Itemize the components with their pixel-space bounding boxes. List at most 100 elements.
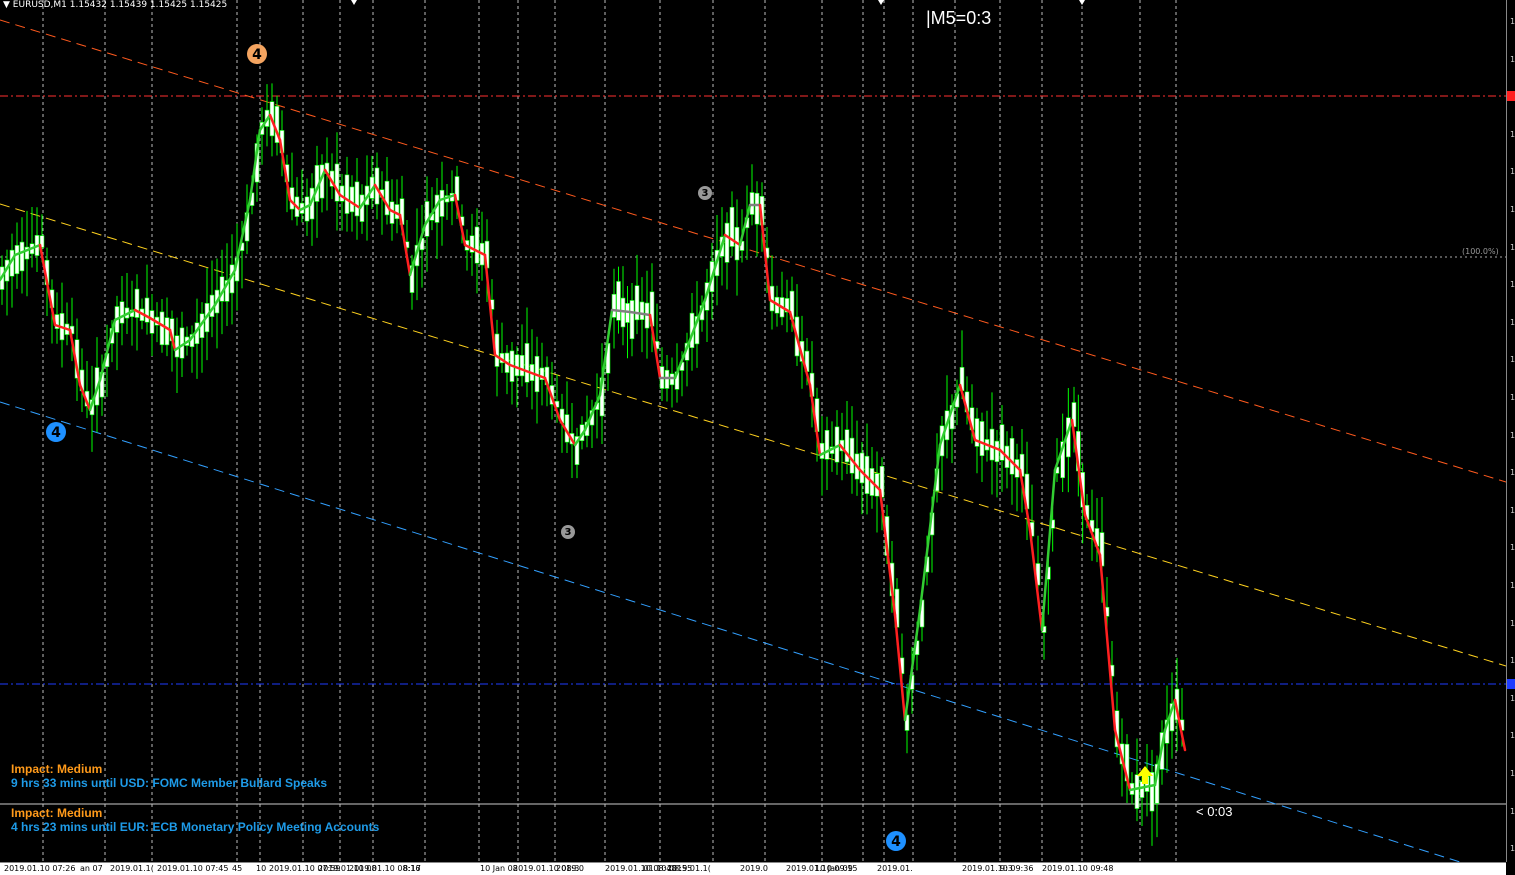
price-tick-label: 1 — [1510, 505, 1515, 515]
time-tick-label: 10 Jan 09 — [815, 864, 853, 873]
time-tick-label: 2019.01.10 09:36 — [962, 864, 1034, 873]
price-tick-label: 1 — [1510, 656, 1515, 666]
candle-body — [384, 180, 390, 216]
wave-label: 4 — [891, 834, 901, 850]
support-price-marker — [1507, 679, 1515, 689]
time-tick-label: an 07 — [80, 864, 103, 873]
candle-body — [669, 373, 675, 386]
time-tick-label: 45 — [232, 864, 243, 873]
price-tick-label: 1 — [1510, 54, 1515, 64]
wave-label: 3 — [565, 527, 572, 538]
price-tick-label: 1 — [1510, 468, 1515, 478]
price-tick-label: 1 — [1510, 581, 1515, 590]
time-tick-label: 9:3 — [1000, 864, 1013, 873]
time-axis[interactable]: 2019.01.10 07:26 an 07 2019.01.1(2019.01.1… — [0, 862, 1506, 875]
candle-body — [439, 189, 445, 217]
price-tick-label: 1 — [1510, 129, 1515, 139]
candle-body — [824, 430, 830, 460]
wave-label: 3 — [702, 188, 709, 199]
price-tick-label: 1 — [1510, 355, 1515, 365]
candle-body — [749, 192, 755, 215]
news-item: Impact: Medium 9 hrs 33 mins until USD: … — [11, 762, 327, 790]
channel-upper-line — [0, 19, 1506, 483]
moving-average-segment — [918, 443, 942, 612]
channel-lower-line — [0, 401, 1461, 862]
chart-menu-arrow-icon[interactable]: ▼ — [3, 0, 10, 10]
triangle-marker-icon — [351, 0, 357, 5]
price-tick-label: 1 — [1510, 205, 1515, 214]
price-tick-label: 1 — [1510, 543, 1515, 553]
time-tick-label: 2019.01.1( — [110, 864, 154, 873]
candle-body — [724, 222, 730, 263]
news-event: 9 hrs 33 mins until USD: FOMC Member Bul… — [11, 776, 328, 790]
candle-body — [134, 288, 140, 318]
resistance-price-marker — [1507, 91, 1515, 101]
symbol-bar: ▼ EURUSD,M1 1.15432 1.15439 1.15425 1.15… — [3, 0, 227, 11]
candle-body — [474, 226, 480, 264]
price-tick-label: 1 — [1510, 430, 1515, 440]
price-tick-label: 1 — [1510, 393, 1515, 402]
triangle-marker-icon — [1079, 0, 1085, 5]
news-impact: Impact: Medium — [11, 806, 103, 820]
candle-body — [979, 421, 985, 456]
timeframe-status: |M5=0:3 — [926, 8, 992, 28]
candle-body — [159, 311, 165, 346]
candle-body — [349, 186, 355, 213]
time-tick-label: 2019.01. — [877, 864, 913, 873]
channel-middle-line — [0, 203, 1506, 667]
price-tick-label: 1 — [1510, 17, 1515, 26]
candle-body — [639, 301, 645, 320]
candle-body — [524, 343, 530, 383]
price-scale[interactable]: 11111111111111111111111 — [1506, 0, 1515, 862]
price-tick-label: 1 — [1510, 618, 1515, 628]
wave-label: 4 — [252, 47, 262, 63]
candle-countdown: < 0:03 — [1196, 804, 1233, 819]
chart-area[interactable]: 4 4 3 3 4 ▼ EURUSD,M1 1.15432 1.15439 1.1542… — [0, 0, 1506, 862]
candle-body — [629, 300, 635, 340]
time-tick-label: 2019.0 — [556, 864, 584, 873]
wave-label: 4 — [51, 425, 61, 441]
candle-body — [1009, 437, 1015, 475]
news-item: Impact: Medium 4 hrs 23 mins until EUR: … — [11, 806, 379, 834]
candle-body — [14, 245, 20, 275]
price-tick-label: 1 — [1510, 317, 1515, 327]
candle-body — [514, 354, 520, 377]
price-tick-label: 1 — [1510, 280, 1515, 290]
candle-body — [19, 241, 25, 272]
time-tick-label: 10 — [256, 864, 267, 873]
candle-body — [1149, 772, 1155, 812]
price-tick-label: 1 — [1510, 731, 1515, 741]
time-tick-label: 8:17 — [403, 864, 421, 873]
price-tick-label: 1 — [1510, 242, 1515, 252]
price-tick-label: 1 — [1510, 769, 1515, 778]
price-tick-label: 1 — [1510, 693, 1515, 703]
triangle-marker-icon — [878, 0, 884, 5]
candle-body — [754, 192, 760, 225]
candle-body — [149, 310, 155, 334]
fib-level-label: (100.0%) — [1462, 247, 1499, 256]
time-tick-label: 2019.01.1( — [667, 864, 711, 873]
candle-body — [354, 181, 360, 217]
candle-body — [144, 297, 150, 323]
candle-body — [664, 369, 670, 389]
price-chart[interactable]: 4 4 3 3 4 — [0, 0, 1506, 862]
time-tick-label: 2019.0 — [740, 864, 768, 873]
price-tick-label: 1 — [1510, 167, 1515, 177]
candle-body — [994, 440, 1000, 463]
candle-body — [634, 285, 640, 321]
time-tick-label: 2019.01.10 07:26 — [4, 864, 76, 873]
candle-body — [334, 163, 340, 202]
candle-body — [849, 437, 855, 474]
time-tick-label: 2019.01.10 09:48 — [1042, 864, 1114, 873]
candle-body — [616, 281, 621, 321]
candle-body — [304, 196, 310, 222]
price-tick-label: 1 — [1510, 844, 1515, 854]
candle-body — [1134, 774, 1140, 809]
candle-body — [119, 301, 125, 324]
news-impact: Impact: Medium — [11, 762, 103, 776]
news-event: 4 hrs 23 mins until EUR: ECB Monetary Po… — [11, 820, 380, 834]
candle-body — [519, 355, 525, 377]
time-tick-label: 2019.01.10 07:45 — [157, 864, 229, 873]
candle-body — [859, 452, 865, 484]
price-tick-label: 1 — [1510, 806, 1515, 816]
